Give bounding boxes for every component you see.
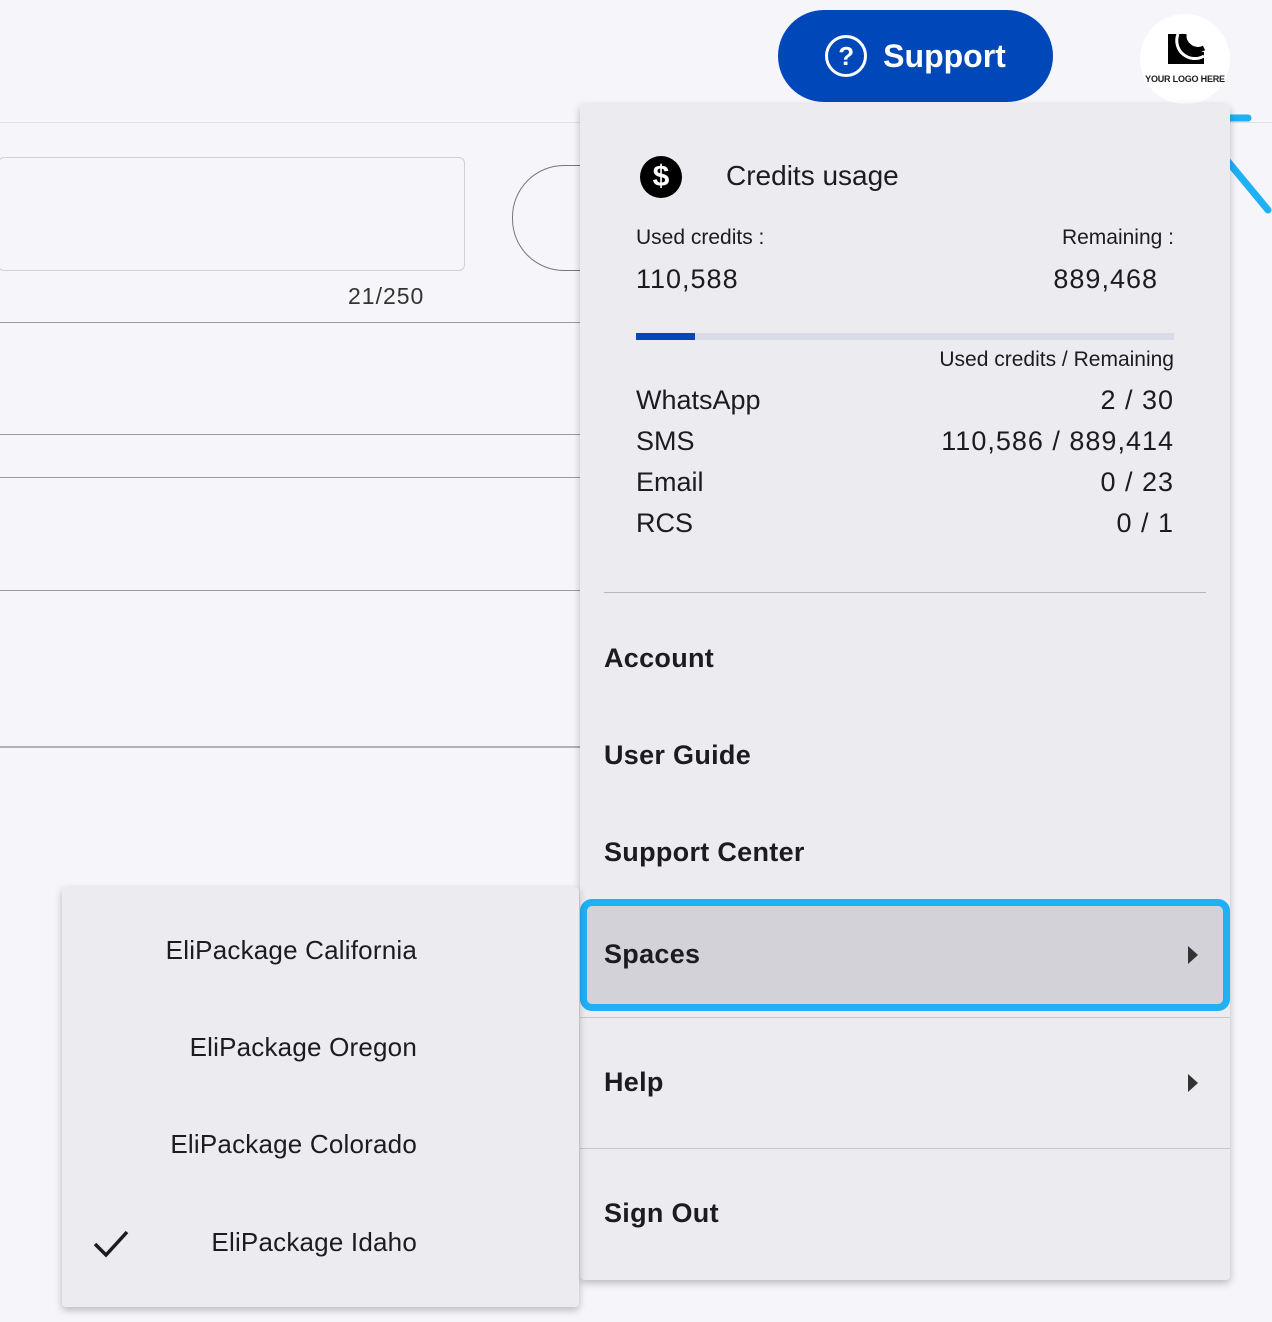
channel-row-email: Email 0 / 23 — [636, 462, 1174, 502]
checkmark-icon — [93, 1230, 129, 1258]
message-textarea[interactable] — [0, 157, 465, 271]
channel-value: 0 / 1 — [1116, 507, 1174, 538]
menu-divider — [580, 1148, 1230, 1149]
credits-legend: Used credits / Remaining — [939, 348, 1174, 371]
divider — [0, 434, 580, 435]
channel-row-whatsapp: WhatsApp 2 / 30 — [636, 380, 1174, 420]
divider — [0, 746, 580, 748]
credits-progress-bar — [636, 333, 1174, 340]
logo-caption: YOUR LOGO HERE — [1145, 74, 1225, 84]
channel-value: 2 / 30 — [1100, 384, 1174, 415]
channel-row-sms: SMS 110,586 / 889,414 — [636, 421, 1174, 461]
channel-value: 0 / 23 — [1100, 466, 1174, 497]
support-button-label: Support — [883, 37, 1006, 74]
divider — [0, 477, 580, 478]
chevron-right-icon — [1188, 946, 1198, 964]
account-dropdown-menu: $ Credits usage Used credits : Remaining… — [580, 104, 1230, 1280]
menu-item-account[interactable]: Account — [604, 643, 714, 674]
channel-row-rcs: RCS 0 / 1 — [636, 503, 1174, 543]
logo-mark-icon — [1168, 33, 1206, 64]
space-item-oregon[interactable]: EliPackage Oregon — [190, 1032, 417, 1063]
used-credits-label: Used credits : — [636, 226, 765, 249]
remaining-value: 889,468 — [1053, 264, 1158, 294]
channel-name: Email — [636, 466, 704, 497]
menu-item-spaces[interactable]: Spaces — [580, 899, 1230, 1011]
menu-item-support-center[interactable]: Support Center — [604, 837, 805, 868]
credits-progress-fill — [636, 333, 696, 340]
question-circle-icon: ? — [825, 35, 868, 77]
divider — [0, 322, 580, 323]
divider — [0, 590, 580, 591]
support-button[interactable]: ? Support — [778, 10, 1053, 102]
remaining-label: Remaining : — [1061, 226, 1174, 249]
space-item-idaho[interactable]: EliPackage Idaho — [211, 1227, 417, 1258]
menu-divider — [580, 1017, 1230, 1018]
menu-item-help[interactable]: Help — [604, 1067, 664, 1098]
channel-value: 110,586 / 889,414 — [941, 425, 1174, 456]
credits-usage-title: Credits usage — [726, 160, 899, 191]
menu-item-spaces-label: Spaces — [604, 939, 701, 969]
space-item-california[interactable]: EliPackage California — [166, 935, 417, 966]
channel-name: RCS — [636, 507, 694, 538]
menu-divider — [604, 592, 1206, 593]
channel-name: SMS — [636, 425, 695, 456]
account-avatar-logo[interactable]: YOUR LOGO HERE — [1140, 14, 1230, 104]
chevron-right-icon — [1188, 1074, 1198, 1092]
used-credits-value: 110,588 — [636, 264, 739, 294]
menu-item-user-guide[interactable]: User Guide — [604, 740, 751, 771]
dollar-circle-icon: $ — [640, 156, 682, 198]
spaces-submenu: EliPackage California EliPackage Oregon … — [62, 887, 579, 1307]
space-item-colorado[interactable]: EliPackage Colorado — [170, 1129, 417, 1160]
menu-item-sign-out[interactable]: Sign Out — [604, 1198, 719, 1229]
channel-name: WhatsApp — [636, 384, 761, 415]
character-counter: 21/250 — [348, 283, 425, 309]
